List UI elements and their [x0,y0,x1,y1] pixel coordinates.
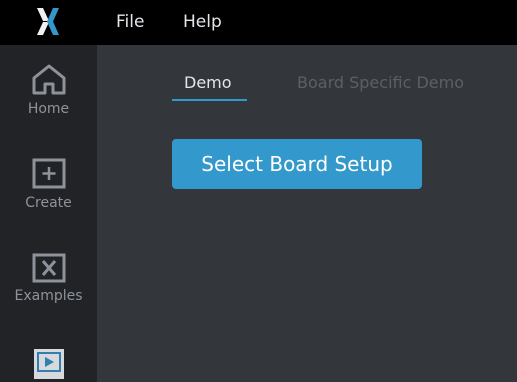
menu-file[interactable]: File [116,11,144,33]
sidebar: Home Create Examples [0,45,97,382]
sidebar-item-label: Create [25,195,72,211]
app-logo-icon [37,8,59,35]
x-square-icon [32,253,65,283]
sidebar-item-label: Examples [14,288,83,304]
sidebar-item-home[interactable]: Home [0,62,97,117]
select-board-setup-button[interactable]: Select Board Setup [172,139,422,189]
tab-demo[interactable]: Demo [184,70,232,96]
sidebar-item-examples[interactable]: Examples [0,253,97,304]
sidebar-item-label: Home [27,101,70,117]
plus-square-icon [32,158,65,189]
sidebar-item-create[interactable]: Create [0,158,97,211]
top-menu-bar: File Help [0,0,517,45]
sidebar-item-play[interactable] [0,346,97,382]
play-square-icon [33,349,64,379]
tab-board-specific-demo[interactable]: Board Specific Demo [297,70,464,96]
home-icon [32,64,65,95]
active-tab-indicator [172,99,247,101]
menu-help[interactable]: Help [183,11,222,33]
logo-area [0,0,97,45]
